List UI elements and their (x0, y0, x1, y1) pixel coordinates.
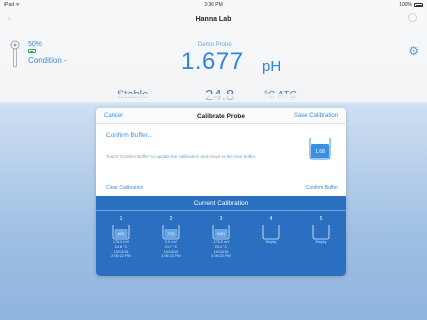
calibration-hint: Touch 'Confirm Buffer' to update the cal… (106, 154, 257, 159)
calibration-slot-1: 1 4.01 178.5 mV 24.8 °C 10/13/15 2:06:22… (106, 216, 136, 259)
slot-time: 2:06:22 PM (161, 254, 181, 259)
ph-reading: 1.677 (181, 48, 244, 75)
clear-calibration-button[interactable]: Clear Calibration (106, 185, 143, 191)
calibrate-probe-dialog: Cancel Calibrate Probe Save Calibration … (96, 108, 346, 276)
panel-divider (96, 210, 346, 211)
page-title: Hanna Lab (195, 16, 232, 23)
svg-text:7.01: 7.01 (168, 232, 175, 236)
slot-empty: Empty (265, 240, 277, 244)
probe-battery-percent: 50% (28, 41, 43, 48)
meter-header: ‹ Hanna Lab 50% Condition - Demo Probe 1… (0, 10, 427, 104)
empty-beaker-icon (262, 225, 280, 240)
clock-label: 3:36 PM (204, 2, 223, 8)
battery-status: 100% (399, 2, 423, 8)
slot-time: 2:06:22 PM (111, 254, 131, 259)
beaker-icon: 10.01 (212, 225, 230, 240)
slot-time: 2:06:22 PM (211, 254, 231, 259)
calibration-slot-2: 2 7.01 0.0 mV 24.7 °C 10/13/15 2:06:22 P… (156, 216, 186, 259)
save-calibration-button[interactable]: Save Calibration (294, 113, 338, 119)
battery-icon (414, 3, 423, 7)
slot-number: 3 (219, 216, 223, 222)
confirm-buffer-label: Confirm Buffer... (106, 132, 153, 139)
empty-beaker-icon (312, 225, 330, 240)
probe-icon[interactable] (9, 40, 21, 70)
probe-battery-icon (28, 49, 36, 53)
slot-number: 2 (169, 216, 173, 222)
ph-unit: pH (262, 58, 282, 75)
slot-empty: Empty (315, 240, 327, 244)
battery-percent: 100% (399, 2, 412, 8)
current-calibration-panel: Current Calibration 1 4.01 178.5 mV 24.8… (96, 196, 346, 276)
slot-number: 5 (319, 216, 323, 222)
status-bar: iPad ᯤ 3:36 PM 100% (0, 0, 427, 10)
calibration-slot-3: 3 10.01 -176.5 mV 25.0 °C 10/13/15 2:06:… (206, 216, 236, 259)
current-calibration-title: Current Calibration (193, 200, 249, 207)
beaker-value: 1.68 (315, 149, 325, 155)
beaker-icon: 4.01 (112, 225, 130, 240)
info-icon[interactable] (408, 13, 417, 22)
dialog-header: Cancel Calibrate Probe Save Calibration (96, 108, 346, 124)
beaker-icon: 7.01 (162, 225, 180, 240)
calibration-slot-5: 5 Empty (306, 216, 336, 245)
backdrop-fade (0, 94, 427, 106)
svg-text:4.01: 4.01 (118, 232, 125, 236)
slot-number: 4 (269, 216, 273, 222)
probe-condition[interactable]: Condition - (28, 56, 67, 65)
confirm-buffer-button[interactable]: Confirm Buffer (306, 185, 338, 191)
calibration-slot-4: 4 Empty (256, 216, 286, 245)
gear-icon[interactable]: ⚙ (408, 44, 419, 58)
svg-text:10.01: 10.01 (217, 232, 225, 236)
buffer-beaker-icon: 1.68 (309, 138, 331, 160)
slot-number: 1 (119, 216, 123, 222)
